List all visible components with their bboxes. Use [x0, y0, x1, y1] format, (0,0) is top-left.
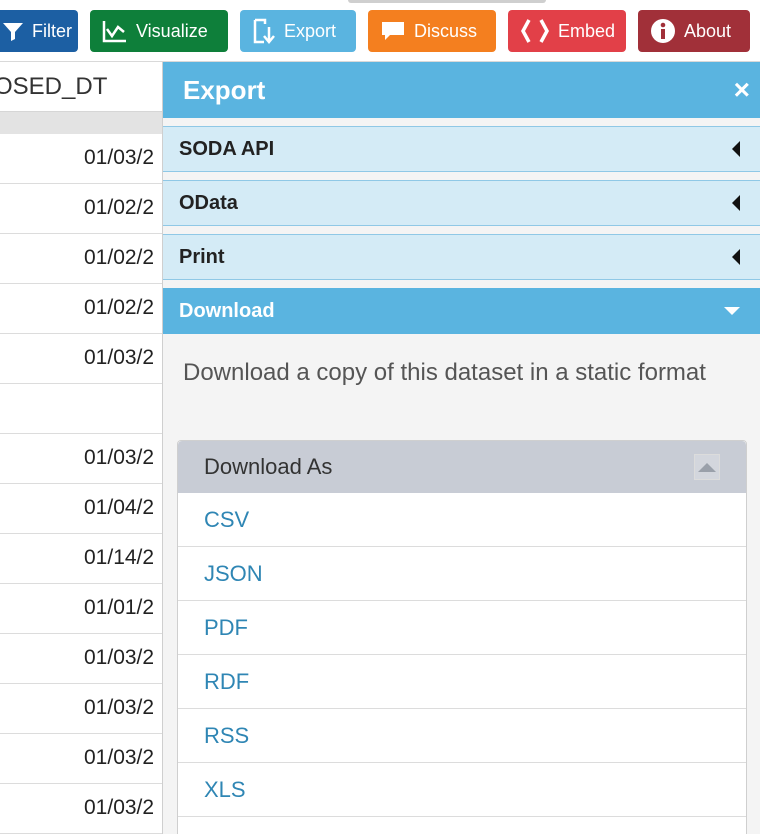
table-cell: 01/03/2 [84, 796, 155, 819]
caret-left-icon [732, 195, 740, 211]
section-soda-api[interactable]: SODA API [163, 126, 760, 172]
discuss-button[interactable]: Discuss [368, 10, 496, 52]
embed-button[interactable]: Embed [508, 10, 626, 52]
table-row[interactable]: 01/14/2 [0, 534, 162, 584]
data-grid: OSED_DT 01/03/2 01/02/2 01/02/2 01/02/2 … [0, 62, 162, 834]
section-odata[interactable]: OData [163, 180, 760, 226]
download-format-rdf[interactable]: RDF [178, 655, 746, 709]
speech-bubble-icon [380, 20, 406, 42]
column-header-label: OSED_DT [0, 72, 108, 100]
table-cell: 01/03/2 [84, 696, 155, 719]
table-row[interactable]: 01/02/2 [0, 284, 162, 334]
table-row[interactable]: 01/01/2 [0, 584, 162, 634]
table-row[interactable]: 01/03/2 [0, 334, 162, 384]
visualize-button[interactable]: Visualize [90, 10, 228, 52]
column-header[interactable]: OSED_DT [0, 62, 162, 112]
visualize-button-label: Visualize [136, 20, 208, 41]
download-format-csv[interactable]: CSV [178, 493, 746, 547]
download-description: Download a copy of this dataset in a sta… [183, 359, 706, 386]
download-list-header-label: Download As [204, 454, 333, 479]
export-button-label: Export [284, 20, 337, 41]
table-cell: 01/02/2 [84, 196, 155, 219]
embed-button-label: Embed [558, 20, 616, 41]
table-row[interactable]: 01/03/2 [0, 784, 162, 834]
section-download[interactable]: Download [163, 288, 760, 334]
column-filter-row [0, 112, 162, 134]
download-format-pdf[interactable]: PDF [178, 601, 746, 655]
close-icon[interactable]: × [734, 76, 750, 104]
table-row[interactable] [0, 384, 162, 434]
about-button[interactable]: About [638, 10, 750, 52]
table-cell: 01/03/2 [84, 146, 155, 169]
table-row[interactable]: 01/03/2 [0, 134, 162, 184]
table-row[interactable]: 01/02/2 [0, 184, 162, 234]
code-brackets-icon [520, 18, 550, 44]
panel-title: Export [183, 74, 266, 105]
download-list-header[interactable]: Download As [178, 441, 746, 493]
table-row[interactable]: 01/03/2 [0, 734, 162, 784]
export-panel: Export × SODA API OData Print Download D… [162, 62, 760, 834]
collapse-up-icon[interactable] [694, 454, 720, 480]
table-row[interactable]: 01/03/2 [0, 684, 162, 734]
table-cell: 01/02/2 [84, 246, 155, 269]
table-row[interactable]: 01/03/2 [0, 434, 162, 484]
filter-icon [2, 20, 24, 42]
table-cell: 01/03/2 [84, 446, 155, 469]
filter-button[interactable]: Filter [0, 10, 78, 52]
table-cell: 01/03/2 [84, 646, 155, 669]
table-cell: 01/03/2 [84, 346, 155, 369]
section-label: Download [179, 299, 275, 322]
table-cell: 01/01/2 [84, 596, 155, 619]
discuss-button-label: Discuss [414, 20, 478, 41]
table-row[interactable]: 01/02/2 [0, 234, 162, 284]
section-label: Print [179, 245, 225, 268]
chart-icon [102, 19, 128, 43]
export-button[interactable]: Export [240, 10, 356, 52]
export-icon [252, 18, 276, 44]
table-row[interactable]: 01/03/2 [0, 634, 162, 684]
filter-button-label: Filter [32, 20, 72, 41]
download-format-list: Download As CSV JSON PDF RDF RSS XLS [177, 440, 747, 834]
table-cell: 01/14/2 [84, 546, 155, 569]
panel-header: Export × [163, 62, 760, 118]
toolbar-edge [348, 0, 546, 3]
toolbar: Filter Visualize Export Discuss Embed Ab… [0, 0, 760, 62]
download-format-rss[interactable]: RSS [178, 709, 746, 763]
caret-left-icon [732, 249, 740, 265]
section-label: OData [179, 191, 238, 214]
table-cell: 01/02/2 [84, 296, 155, 319]
info-icon [650, 18, 676, 44]
table-row[interactable]: 01/04/2 [0, 484, 162, 534]
download-format-xls[interactable]: XLS [178, 763, 746, 817]
about-button-label: About [684, 20, 732, 41]
download-format-json[interactable]: JSON [178, 547, 746, 601]
section-label: SODA API [179, 137, 275, 160]
table-cell: 01/04/2 [84, 496, 155, 519]
caret-left-icon [732, 141, 740, 157]
section-print[interactable]: Print [163, 234, 760, 280]
caret-down-icon [724, 307, 740, 315]
table-cell: 01/03/2 [84, 746, 155, 769]
